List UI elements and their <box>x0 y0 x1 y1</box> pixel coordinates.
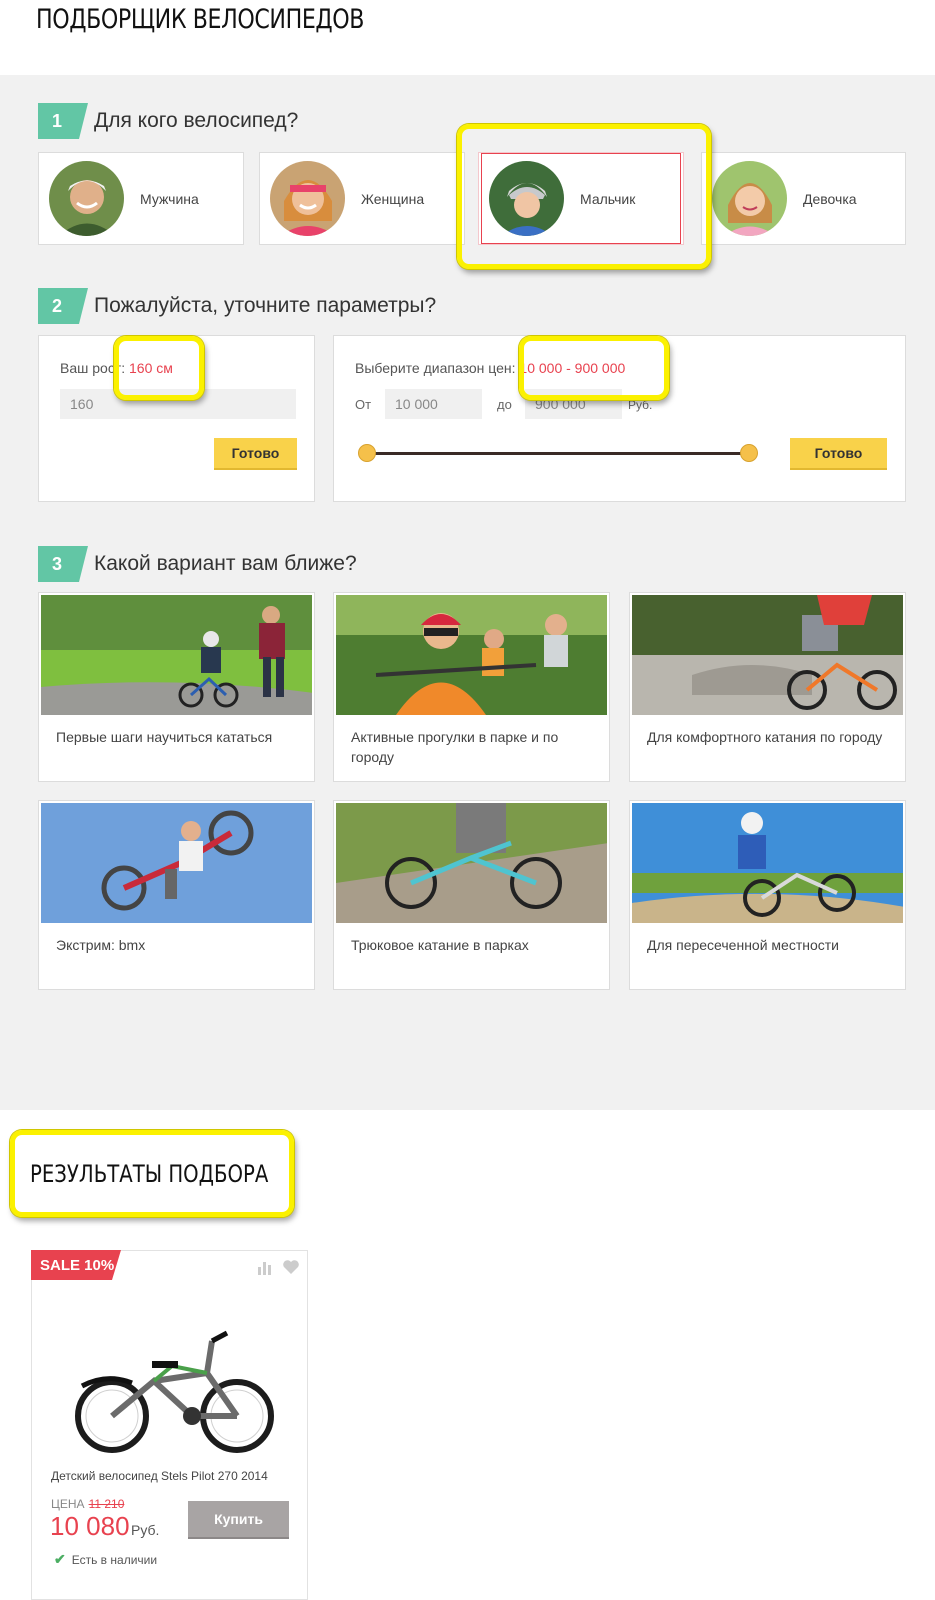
step-1-number: 1 <box>38 103 88 139</box>
trick-parks-image <box>336 803 607 923</box>
step-1-title: Для кого велосипед? <box>94 109 299 132</box>
slider-track <box>367 452 749 455</box>
ride-option-bmx[interactable]: Экстрим: bmx <box>38 800 315 990</box>
price-from-label: От <box>355 397 372 412</box>
price-to-label: до <box>497 397 512 412</box>
step-3-title: Какой вариант вам ближе? <box>94 552 357 575</box>
price-label: ЦЕНА 11 210 <box>51 1497 124 1511</box>
bmx-image <box>41 803 312 923</box>
bike-selector-wizard: 1 Для кого велосипед? Мужчина Женщина Ма… <box>0 75 935 1110</box>
price-value-display: 10 000 - 900 000 <box>519 360 626 376</box>
price-label-text: ЦЕНА <box>51 1497 85 1511</box>
step-2-header: 2 Пожалуйста, уточните параметры? <box>38 288 436 324</box>
ride-option-label: Активные прогулки в парке и по городу <box>351 729 559 765</box>
product-image[interactable] <box>62 1311 282 1461</box>
height-input[interactable]: 160 <box>60 389 296 419</box>
check-icon: ✔ <box>54 1551 66 1567</box>
price-label-text: Выберите диапазон цен: <box>355 360 516 376</box>
who-option-man[interactable]: Мужчина <box>38 152 244 245</box>
height-panel: Ваш рост: 160 см 160 Готово <box>38 335 315 502</box>
ride-option-label: Экстрим: bmx <box>56 937 146 953</box>
who-option-label: Женщина <box>361 190 425 207</box>
woman-avatar <box>270 161 345 236</box>
ride-option-label: Первые шаги научиться кататься <box>56 729 273 745</box>
product-name[interactable]: Детский велосипед Stels Pilot 270 2014 <box>51 1469 268 1483</box>
price-range-slider[interactable] <box>358 444 758 462</box>
results-title: РЕЗУЛЬТАТЫ ПОДБОРА <box>30 1160 269 1188</box>
height-label-text: Ваш рост: <box>60 360 126 376</box>
step-3-header: 3 Какой вариант вам ближе? <box>38 546 357 582</box>
product-card[interactable]: SALE 10% Детский велосипед Stels Pilot 2… <box>31 1250 308 1600</box>
price-to-input[interactable]: 900 000 <box>525 389 622 419</box>
who-option-label: Девочка <box>803 190 857 207</box>
who-option-woman[interactable]: Женщина <box>259 152 465 245</box>
price-from-input[interactable]: 10 000 <box>385 389 482 419</box>
first-steps-image <box>41 595 312 715</box>
stock-text: Есть в наличии <box>71 1552 158 1567</box>
height-value-display: 160 см <box>129 360 173 376</box>
old-price: 11 210 <box>88 1497 125 1511</box>
girl-avatar <box>712 161 787 236</box>
sale-badge: SALE 10% <box>31 1250 121 1280</box>
rough-terrain-image <box>632 803 903 923</box>
step-2-number: 2 <box>38 288 88 324</box>
ride-option-label: Для комфортного катания по городу <box>647 729 883 745</box>
step-1-header: 1 Для кого велосипед? <box>38 103 298 139</box>
price-currency: Руб. <box>628 398 653 412</box>
ride-option-comfort-city[interactable]: Для комфортного катания по городу <box>629 592 906 782</box>
price-label: Выберите диапазон цен: 10 000 - 900 000 <box>355 360 625 376</box>
active-walks-image <box>336 595 607 715</box>
stock-status: ✔ Есть в наличии <box>54 1551 157 1568</box>
current-price: 10 080 <box>50 1511 130 1541</box>
slider-min-handle[interactable] <box>358 444 376 462</box>
who-option-label: Мужчина <box>140 190 199 207</box>
compare-icon[interactable] <box>257 1259 273 1280</box>
price-currency: Руб. <box>131 1522 160 1538</box>
height-done-button[interactable]: Готово <box>214 438 297 470</box>
step-3-number: 3 <box>38 546 88 582</box>
ride-option-rough-terrain[interactable]: Для пересеченной местности <box>629 800 906 990</box>
ride-option-active-walks[interactable]: Активные прогулки в парке и по городу <box>333 592 610 782</box>
step-2-title: Пожалуйста, уточните параметры? <box>94 294 437 317</box>
price-done-button[interactable]: Готово <box>790 438 887 470</box>
height-label: Ваш рост: 160 см <box>60 360 173 376</box>
slider-max-handle[interactable] <box>740 444 758 462</box>
who-option-girl[interactable]: Девочка <box>701 152 906 245</box>
page-title: ПОДБОРЩИК ВЕЛОСИПЕДОВ <box>36 4 365 35</box>
ride-option-trick-parks[interactable]: Трюковое катание в парках <box>333 800 610 990</box>
price-panel: Выберите диапазон цен: 10 000 - 900 000 … <box>333 335 906 502</box>
who-option-boy[interactable]: Мальчик <box>478 152 684 245</box>
buy-button[interactable]: Купить <box>188 1501 289 1539</box>
ride-option-label: Для пересеченной местности <box>647 937 839 953</box>
boy-avatar <box>489 161 564 236</box>
favorite-heart-icon[interactable] <box>282 1259 300 1280</box>
ride-option-first-steps[interactable]: Первые шаги научиться кататься <box>38 592 315 782</box>
ride-option-label: Трюковое катание в парках <box>351 937 529 953</box>
comfort-city-image <box>632 595 903 715</box>
man-avatar <box>49 161 124 236</box>
